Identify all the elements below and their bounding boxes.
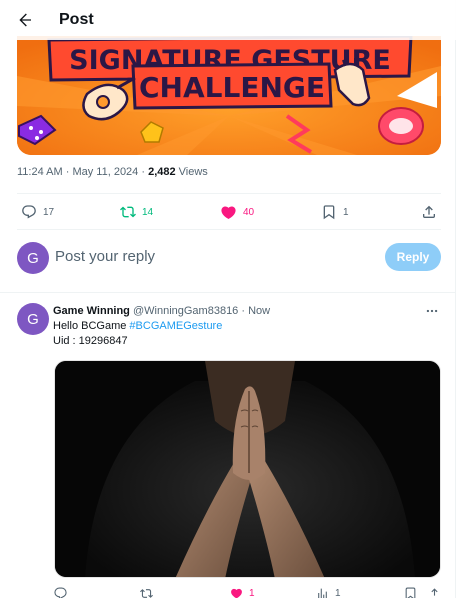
analytics-icon xyxy=(318,588,327,598)
post-date[interactable]: May 11, 2024 xyxy=(72,166,138,178)
like-action[interactable]: 1 xyxy=(230,586,255,598)
column-border xyxy=(455,0,456,598)
hashtag-link[interactable]: #BCGAMEGesture xyxy=(129,320,222,332)
bookmark-count: 1 xyxy=(343,206,349,218)
meta-separator: · xyxy=(138,166,149,178)
back-button[interactable] xyxy=(8,3,42,37)
reply-post-actions: 1 1 xyxy=(54,586,441,598)
divider xyxy=(17,229,441,230)
like-count: 1 xyxy=(249,587,255,598)
repost-action[interactable] xyxy=(140,586,153,598)
reply-count: 17 xyxy=(43,206,55,218)
reply-button[interactable]: Reply xyxy=(385,243,441,271)
post-meta: 11:24 AM · May 11, 2024 · 2,482 Views xyxy=(17,166,208,178)
page-title: Post xyxy=(59,11,94,28)
share-icon xyxy=(431,587,438,596)
post-text: Hello BCGame xyxy=(53,320,130,332)
views-count: 1 xyxy=(335,587,341,598)
author-handle[interactable]: @WinningGam83816 xyxy=(133,305,238,317)
bookmark-icon xyxy=(323,205,335,220)
views-count: 2,482 xyxy=(148,166,176,178)
like-count: 40 xyxy=(243,206,255,218)
top-bar: Post xyxy=(0,0,456,40)
post-image[interactable]: SIGNATURE GESTURE CHALLENGE xyxy=(17,36,441,155)
post-text-line: Hello BCGame #BCGAMEGesture xyxy=(53,320,222,332)
more-options-button[interactable] xyxy=(423,303,441,319)
repost-count: 14 xyxy=(142,206,154,218)
reply-input[interactable]: Post your reply xyxy=(55,248,155,265)
share-action[interactable] xyxy=(421,196,437,228)
post-text-uid: Uid : 19296847 xyxy=(53,335,128,347)
post-photo[interactable] xyxy=(54,360,441,578)
reply-action[interactable] xyxy=(54,586,67,598)
avatar[interactable]: G xyxy=(17,242,49,274)
heart-filled-icon xyxy=(231,588,242,598)
bookmark-action[interactable]: 1 xyxy=(321,196,349,228)
heart-filled-icon xyxy=(221,205,236,219)
reply-icon xyxy=(54,587,67,598)
repost-icon xyxy=(140,588,153,598)
bookmark-icon xyxy=(405,587,416,598)
more-horizontal-icon xyxy=(426,309,438,313)
bookmark-action[interactable] xyxy=(404,586,417,598)
banner-title-line2: CHALLENGE xyxy=(139,71,325,104)
post-time[interactable]: Now xyxy=(248,305,270,317)
arrow-left-icon xyxy=(19,13,31,27)
share-icon xyxy=(423,205,435,218)
reply-action[interactable]: 17 xyxy=(21,196,54,228)
dot-separator: · xyxy=(238,305,249,317)
repost-icon xyxy=(120,206,136,218)
like-action[interactable]: 40 xyxy=(220,196,254,228)
divider xyxy=(17,193,441,194)
chip-graphic xyxy=(378,107,424,145)
repost-action[interactable]: 14 xyxy=(120,196,153,228)
author-name[interactable]: Game Winning xyxy=(53,305,130,317)
share-action[interactable] xyxy=(428,586,441,598)
post-header: Game Winning @WinningGam83816 · Now xyxy=(53,305,270,317)
avatar[interactable]: G xyxy=(17,303,49,335)
reply-composer: G Post your reply Reply xyxy=(17,240,441,276)
reply-icon xyxy=(22,205,36,219)
section-divider xyxy=(0,292,456,293)
views-action[interactable]: 1 xyxy=(316,586,341,598)
post-actions: 17 14 40 1 xyxy=(17,196,441,228)
post-time[interactable]: 11:24 AM xyxy=(17,166,63,178)
meta-separator: · xyxy=(62,166,73,178)
views-label: Views xyxy=(175,166,208,178)
